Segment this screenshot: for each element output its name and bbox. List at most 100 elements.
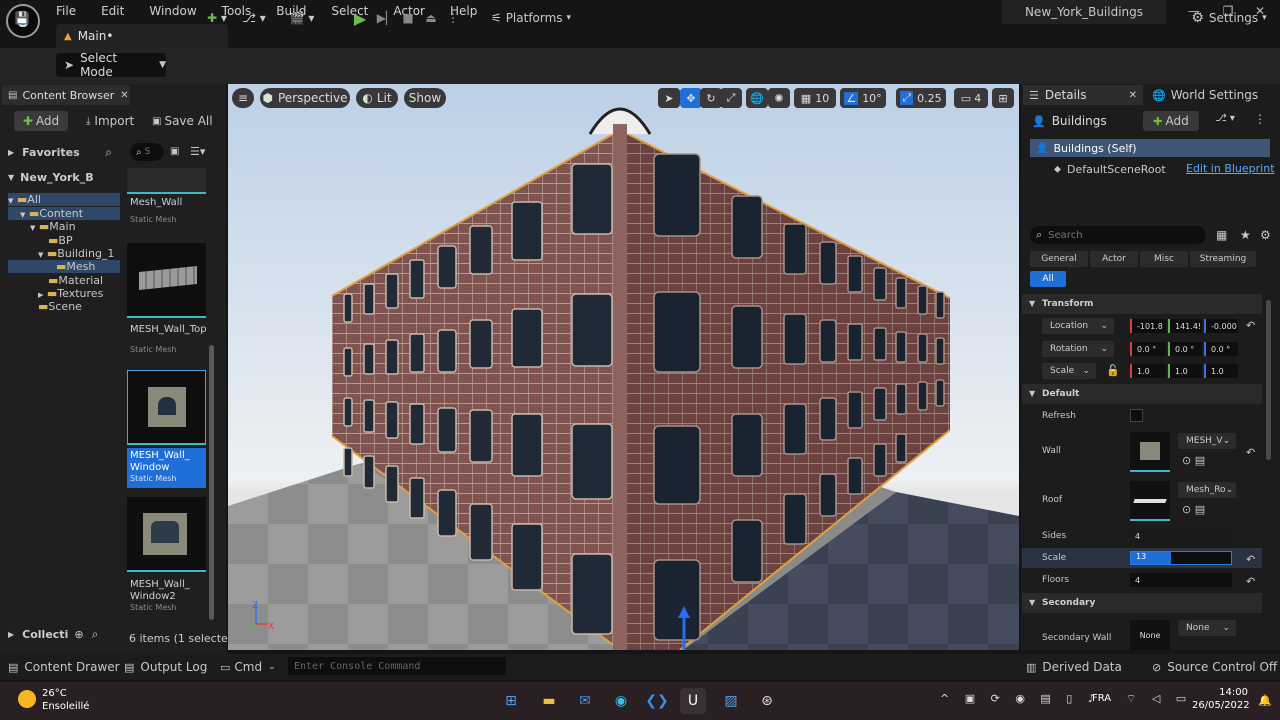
- collections-section[interactable]: ▶ Collecti ⊕ ⌕: [8, 627, 108, 641]
- stop-icon[interactable]: ■: [398, 5, 418, 31]
- rotation-y-field[interactable]: 0.0 °: [1168, 342, 1202, 356]
- file-explorer-icon[interactable]: ▬: [536, 688, 562, 714]
- add-component-button[interactable]: ✚ Add: [1143, 111, 1199, 131]
- source-control-button[interactable]: ⊘ Source Control Off: [1152, 659, 1277, 675]
- recorder-icon[interactable]: ⊛: [754, 688, 780, 714]
- content-drawer-button[interactable]: ▤ Content Drawer: [8, 659, 120, 675]
- viewport-menu-button[interactable]: ≡: [232, 88, 254, 108]
- more-options-icon[interactable]: ⋮: [446, 5, 460, 31]
- asset-search-input[interactable]: ⌕ S: [130, 143, 164, 161]
- output-log-button[interactable]: ▤ Output Log: [124, 659, 207, 675]
- filter-streaming[interactable]: Streaming: [1190, 251, 1256, 267]
- table-view-icon[interactable]: ▦: [1216, 228, 1227, 242]
- weather-widget[interactable]: 26°C Ensoleillé: [42, 687, 89, 713]
- vscode-icon[interactable]: ❮❯: [644, 688, 670, 714]
- location-z-field[interactable]: -0.000: [1204, 319, 1238, 333]
- browse-icon[interactable]: ⊙ ▤: [1182, 503, 1205, 516]
- sun-icon[interactable]: [18, 690, 36, 708]
- rotation-x-field[interactable]: 0.0 °: [1130, 342, 1166, 356]
- tree-item-material[interactable]: ▬Material: [8, 274, 120, 287]
- reset-icon[interactable]: ↶: [1246, 575, 1255, 588]
- import-button[interactable]: ⤓ Import: [86, 111, 134, 131]
- search-icon[interactable]: ⌕: [105, 145, 112, 160]
- details-search-input[interactable]: ⌕ Search: [1030, 226, 1206, 244]
- scale-z-field[interactable]: 1.0: [1204, 364, 1238, 378]
- asset-scrollbar[interactable]: [209, 345, 214, 620]
- details-tab[interactable]: ☰ Details ✕: [1023, 85, 1143, 105]
- component-root-item[interactable]: ⬥ DefaultSceneRoot: [1054, 161, 1166, 177]
- add-actor-icon[interactable]: ✚ ▾: [192, 5, 242, 31]
- blueprint-icon[interactable]: ⎇ ▾: [236, 5, 272, 31]
- secondary-category[interactable]: Secondary: [1022, 593, 1262, 613]
- favorites-section[interactable]: ▶ Favorites ⌕: [8, 145, 112, 159]
- surface-snap-icon[interactable]: ✺: [768, 88, 790, 108]
- tree-item-all[interactable]: ▼ ▬All: [8, 193, 120, 206]
- secondary-wall-thumbnail[interactable]: None: [1130, 620, 1170, 650]
- reset-icon[interactable]: ↶: [1246, 319, 1255, 332]
- browse-icon[interactable]: ⊙ ▤: [1182, 454, 1205, 467]
- close-tab-icon[interactable]: ✕: [1129, 90, 1137, 101]
- asset-thumbnail-mesh-wall-window[interactable]: [127, 370, 206, 445]
- tree-item-main[interactable]: ▼ ▬Main: [8, 220, 120, 233]
- world-settings-tab[interactable]: 🌐 World Settings: [1152, 86, 1258, 104]
- scale-x-field[interactable]: 1.0: [1130, 364, 1166, 378]
- refresh-checkbox[interactable]: [1130, 409, 1143, 422]
- asset-thumbnail-mesh-wall-top[interactable]: [127, 243, 206, 318]
- filter-misc[interactable]: Misc: [1140, 251, 1188, 267]
- menu-file[interactable]: File: [56, 4, 76, 18]
- filter-general[interactable]: General: [1030, 251, 1088, 267]
- menu-edit[interactable]: Edit: [101, 4, 124, 18]
- level-viewport[interactable]: Z X: [228, 84, 1019, 650]
- location-dropdown[interactable]: Location ⌄: [1042, 318, 1114, 334]
- roof-mesh-dropdown[interactable]: Mesh_Ro ⌄: [1178, 482, 1236, 498]
- system-tray-icons[interactable]: ^ ▣ ⟳ ◉ ▤ ▯ ♪: [940, 692, 1101, 705]
- filter-actor[interactable]: Actor: [1090, 251, 1138, 267]
- eject-icon[interactable]: ⏏: [420, 5, 442, 31]
- more-options-icon[interactable]: ⋮: [1254, 112, 1266, 126]
- component-self-item[interactable]: 👤 Buildings (Self): [1030, 139, 1270, 157]
- select-mode-dropdown[interactable]: ➤ Select Mode ▼: [56, 51, 166, 79]
- save-search-icon[interactable]: ▣: [170, 146, 179, 157]
- asset-label-selected[interactable]: MESH_Wall_ Window Static Mesh: [127, 448, 206, 488]
- wall-mesh-dropdown[interactable]: MESH_V ⌄: [1178, 433, 1236, 449]
- language-indicator[interactable]: FRA: [1092, 693, 1111, 704]
- wall-mesh-thumbnail[interactable]: [1130, 432, 1170, 472]
- perspective-button[interactable]: ⬢ Perspective: [260, 88, 350, 108]
- platforms-dropdown[interactable]: ⚟ Platforms ▾: [488, 5, 574, 31]
- cinematics-icon[interactable]: 🎬 ▾: [284, 5, 320, 31]
- scale-dropdown[interactable]: Scale ⌄: [1042, 363, 1096, 379]
- content-browser-tab[interactable]: ▤ Content Browser ✕: [2, 85, 130, 105]
- photos-icon[interactable]: ▨: [718, 688, 744, 714]
- mail-icon[interactable]: ✉: [572, 688, 598, 714]
- rotate-icon[interactable]: ↻: [700, 88, 722, 108]
- save-all-button[interactable]: ▣ Save All: [152, 111, 213, 131]
- star-icon[interactable]: ★: [1240, 228, 1251, 242]
- tree-item-building[interactable]: ▼ ▬Building_1: [8, 247, 120, 260]
- lock-icon[interactable]: 🔓: [1106, 364, 1120, 377]
- edge-browser-icon[interactable]: ◉: [608, 688, 634, 714]
- maximize-viewport-icon[interactable]: ⊞: [992, 88, 1014, 108]
- secondary-wall-dropdown[interactable]: None ⌄: [1178, 620, 1236, 636]
- save-icon[interactable]: 💾: [10, 5, 34, 31]
- building-scale-slider[interactable]: 13: [1130, 551, 1232, 565]
- asset-label[interactable]: MESH_Wall_ Window2 Static Mesh: [127, 579, 206, 612]
- network-volume-battery-icons[interactable]: ⌔ ◁ ▭: [1126, 692, 1192, 706]
- floors-field[interactable]: 4: [1130, 573, 1232, 587]
- add-collection-icon[interactable]: ⊕: [74, 628, 83, 641]
- console-input[interactable]: Enter Console Command: [288, 657, 506, 675]
- reset-icon[interactable]: ↶: [1246, 446, 1255, 459]
- filter-all[interactable]: All: [1030, 271, 1066, 287]
- reset-icon[interactable]: ↶: [1246, 553, 1255, 566]
- asset-thumbnail-mesh-wall-window2[interactable]: [127, 497, 206, 572]
- play-icon[interactable]: ▶: [348, 5, 372, 31]
- default-category[interactable]: Default: [1022, 384, 1262, 404]
- scale-icon[interactable]: ⤢: [720, 88, 742, 108]
- gear-icon[interactable]: ⚙: [1260, 228, 1271, 242]
- settings-dropdown[interactable]: ⚙ Settings ▾: [1186, 5, 1272, 31]
- cmd-dropdown[interactable]: ▭ Cmd ⌄: [220, 659, 276, 675]
- step-icon[interactable]: ▶▏: [374, 5, 398, 31]
- camera-speed-button[interactable]: ▭ 4: [954, 88, 988, 108]
- filter-icon[interactable]: ☰▾: [190, 145, 205, 158]
- menu-window[interactable]: Window: [149, 4, 196, 18]
- blueprint-options-icon[interactable]: ⎇ ▾: [1206, 113, 1244, 129]
